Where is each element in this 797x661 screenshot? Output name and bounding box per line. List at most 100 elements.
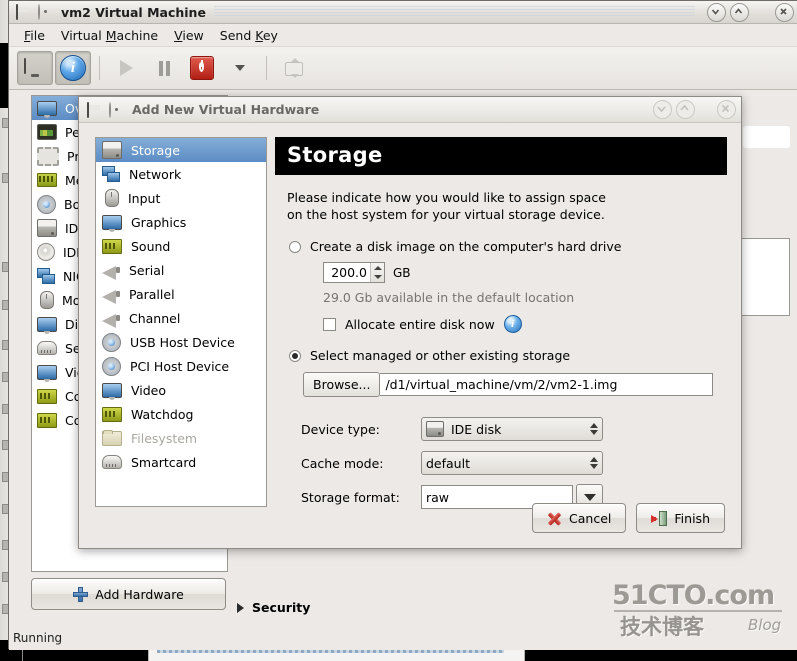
close-button[interactable] — [717, 100, 736, 119]
network-icon — [37, 268, 55, 284]
cancel-button[interactable]: Cancel — [532, 503, 627, 533]
allocate-disk-label: Allocate entire disk now — [345, 316, 495, 332]
chevron-right-icon — [237, 602, 244, 613]
info-icon: i — [60, 55, 86, 81]
category-label: Input — [128, 190, 161, 206]
fullscreen-icon — [282, 58, 304, 78]
cache-mode-select[interactable]: default — [421, 451, 603, 475]
finish-button[interactable]: Finish — [636, 503, 725, 533]
cdrom-icon — [37, 243, 55, 261]
chevron-up-icon[interactable] — [373, 265, 382, 270]
shutdown-button[interactable] — [184, 51, 220, 85]
allocate-disk-row[interactable]: Allocate entire disk now i — [323, 315, 727, 333]
plus-icon — [73, 586, 89, 602]
disk-size-spinner[interactable]: 200.0 — [323, 262, 385, 283]
dialog-body: Storage Network Input Graphics Sound Ser… — [79, 123, 741, 547]
category-label: PCI Host Device — [130, 358, 230, 374]
spinner-arrows[interactable] — [370, 263, 384, 282]
security-expander[interactable]: Security — [237, 600, 310, 615]
select-arrows-icon — [590, 457, 598, 469]
info-icon[interactable]: i — [503, 315, 522, 333]
main-window-titlebar[interactable]: vm2 Virtual Machine — [9, 1, 797, 24]
shutdown-menu-button[interactable] — [222, 51, 258, 85]
memory-icon — [37, 173, 57, 187]
smartcard-icon — [102, 455, 122, 469]
card-icon — [37, 388, 57, 404]
category-label: Parallel — [129, 286, 175, 302]
pause-button[interactable] — [146, 51, 182, 85]
maximize-button[interactable] — [730, 2, 749, 22]
create-disk-radio[interactable] — [289, 240, 301, 253]
fullscreen-button[interactable] — [275, 51, 311, 85]
device-type-select[interactable]: IDE disk — [421, 417, 603, 441]
disc-icon — [38, 4, 54, 20]
dialog-titlebar[interactable]: Add New Virtual Hardware — [79, 97, 741, 123]
create-disk-radio-row[interactable]: Create a disk image on the computer's ha… — [289, 239, 727, 254]
main-window-title: vm2 Virtual Machine — [61, 4, 206, 20]
monitor-icon — [24, 58, 46, 77]
maximize-button[interactable] — [676, 100, 695, 119]
minimize-button[interactable] — [707, 2, 726, 22]
page-title: Storage — [275, 137, 727, 175]
browse-button[interactable]: Browse... — [303, 372, 381, 397]
category-item-serial[interactable]: Serial — [96, 258, 266, 282]
hardware-category-list[interactable]: Storage Network Input Graphics Sound Ser… — [95, 137, 267, 507]
add-hardware-dialog: Add New Virtual Hardware Storage Network… — [78, 96, 742, 549]
storage-path-input[interactable]: /d1/virtual_machine/vm/2/vm2-1.img — [380, 373, 713, 396]
menu-send-key[interactable]: Send Key — [213, 26, 285, 45]
category-item-pci-host-device[interactable]: PCI Host Device — [96, 354, 266, 378]
select-storage-radio[interactable] — [289, 349, 301, 362]
category-item-network[interactable]: Network — [96, 162, 266, 186]
category-item-smartcard[interactable]: Smartcard — [96, 450, 266, 474]
horn-icon — [102, 311, 120, 328]
run-button[interactable] — [108, 51, 144, 85]
screen-icon — [37, 100, 57, 118]
toolbar: i — [9, 47, 797, 90]
chevron-down-icon[interactable] — [373, 275, 382, 280]
pane-description: Please indicate how you would like to as… — [287, 189, 725, 223]
play-icon — [119, 60, 133, 76]
cache-mode-row: Cache mode: default — [301, 451, 727, 475]
category-item-parallel[interactable]: Parallel — [96, 282, 266, 306]
category-item-watchdog[interactable]: Watchdog — [96, 402, 266, 426]
category-item-sound[interactable]: Sound — [96, 234, 266, 258]
add-hardware-button[interactable]: Add Hardware — [31, 578, 226, 610]
select-storage-label: Select managed or other existing storage — [310, 348, 571, 363]
category-item-filesystem: Filesystem — [96, 426, 266, 450]
harddisk-icon — [102, 141, 122, 159]
category-label: Channel — [129, 310, 181, 326]
menu-view[interactable]: View — [167, 26, 211, 45]
create-disk-label: Create a disk image on the computer's ha… — [310, 239, 622, 254]
cpu-icon — [37, 146, 59, 166]
screen: vm2 Virtual Machine File Virtual Machine… — [0, 0, 797, 661]
category-label: Storage — [131, 142, 180, 158]
select-storage-radio-row[interactable]: Select managed or other existing storage — [289, 348, 727, 363]
category-label: USB Host Device — [130, 334, 235, 350]
network-icon — [102, 166, 120, 182]
category-item-graphics[interactable]: Graphics — [96, 210, 266, 234]
allocate-disk-checkbox[interactable] — [323, 317, 336, 331]
category-item-channel[interactable]: Channel — [96, 306, 266, 330]
category-item-video[interactable]: Video — [96, 378, 266, 402]
menu-virtual-machine[interactable]: Virtual Machine — [54, 26, 165, 45]
mouse-icon — [105, 189, 119, 207]
background-field-top[interactable] — [743, 126, 790, 148]
details-view-button[interactable]: i — [55, 51, 91, 85]
toolbar-separator-2 — [266, 56, 267, 80]
dialog-action-buttons: Cancel Finish — [532, 503, 725, 533]
storage-format-label: Storage format: — [301, 489, 400, 505]
console-view-button[interactable] — [17, 51, 53, 85]
folder-icon — [102, 429, 122, 446]
category-label: Filesystem — [131, 430, 198, 446]
menu-file[interactable]: File — [17, 26, 52, 45]
cache-mode-value: default — [426, 455, 470, 471]
background-field-box[interactable] — [741, 238, 790, 316]
description-line-2: on the host system for your virtual stor… — [287, 207, 605, 222]
category-item-usb-host-device[interactable]: USB Host Device — [96, 330, 266, 354]
minimize-button[interactable] — [653, 100, 672, 119]
category-label: Network — [129, 166, 182, 182]
disc-icon — [109, 101, 125, 118]
category-item-storage[interactable]: Storage — [96, 138, 266, 162]
close-button[interactable] — [775, 2, 794, 22]
category-item-input[interactable]: Input — [96, 186, 266, 210]
